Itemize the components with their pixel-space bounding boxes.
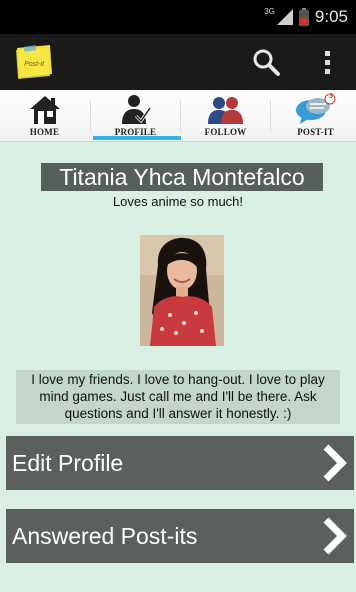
search-button[interactable] [250,46,282,78]
status-time: 9:05 [314,7,348,26]
tab-home[interactable]: HOME [0,90,89,142]
status-icons: 3G 9:05 [264,6,348,28]
battery-icon [298,8,309,26]
edit-profile-button[interactable]: Edit Profile [6,436,354,490]
home-icon [28,94,62,131]
action-bar: Post-it [0,34,356,90]
profile-name: Titania Yhca Montefalco [41,163,323,191]
tab-post-it[interactable]: 3 POST-IT [271,90,356,142]
chevron-right-icon [322,517,348,560]
svg-text:Post-it: Post-it [24,61,45,68]
signal-icon [276,9,293,25]
overflow-menu-icon [325,51,330,74]
tab-follow[interactable]: FOLLOW [181,90,270,142]
profile-icon [119,94,153,131]
answered-post-its-button[interactable]: Answered Post-its [6,509,354,563]
app-logo[interactable]: Post-it [14,44,54,80]
answered-post-its-label: Answered Post-its [12,522,198,549]
profile-bio: I love my friends. I love to hang-out. I… [16,370,340,424]
follow-icon [206,94,246,131]
notification-badge: 3 [329,93,333,100]
edit-profile-label: Edit Profile [12,449,124,476]
overflow-menu-button[interactable] [318,46,338,78]
selected-tab-indicator [93,136,181,140]
avatar [140,235,224,346]
network-type: 3G [264,6,275,16]
status-bar: 3G 9:05 [0,0,356,34]
search-icon [253,49,280,76]
tab-profile[interactable]: PROFILE [91,90,180,142]
profile-tagline: Loves anime so much! [112,194,244,209]
tab-bar: HOME PROFILE FOLLOW 3 POST-IT [0,90,356,142]
chevron-right-icon [322,444,348,487]
